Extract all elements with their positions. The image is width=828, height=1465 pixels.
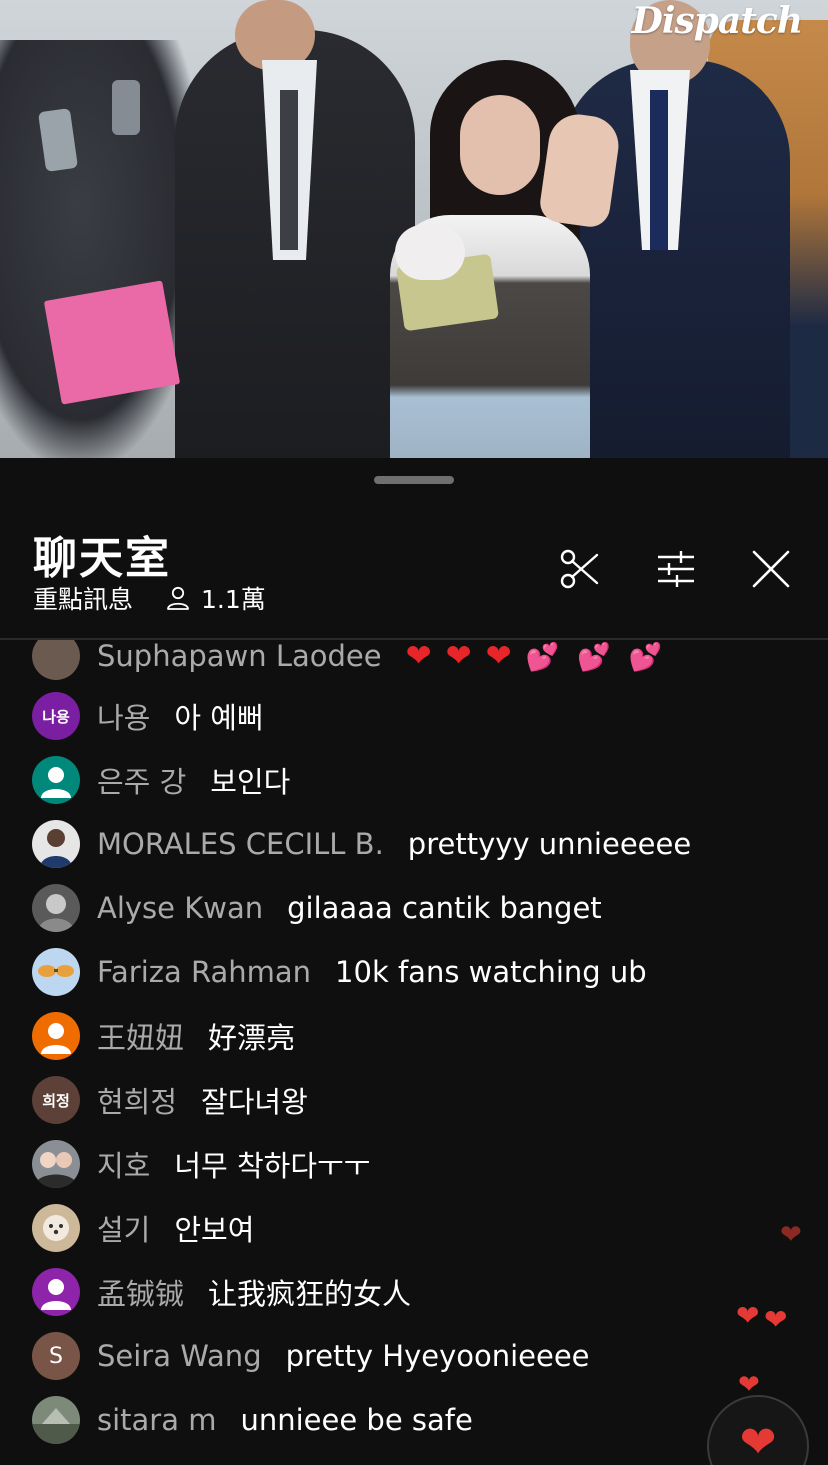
heart-icon: ❤: [405, 640, 432, 674]
top-chat-filter[interactable]: 重點訊息: [33, 580, 133, 616]
chat-text: 아 예뻐: [174, 701, 264, 735]
dog-icon: [43, 1215, 69, 1241]
chat-message: Suphapawn Laodee ❤ ❤ ❤ 💕 💕 💕: [32, 640, 680, 682]
chat-message: 희정 현희정 잘다녀왕: [32, 1074, 308, 1126]
avatar[interactable]: [32, 640, 80, 680]
chat-text: prettyyy unnieeeee: [407, 827, 692, 861]
chat-author[interactable]: MORALES CECILL B.: [97, 827, 384, 861]
chat-author[interactable]: Alyse Kwan: [97, 891, 263, 925]
chat-author[interactable]: Suphapawn Laodee: [97, 640, 382, 673]
chat-author[interactable]: 孟铖铖: [97, 1271, 184, 1313]
person-icon: [165, 585, 191, 611]
heart-icon: ❤: [739, 1417, 777, 1465]
scissors-icon[interactable]: [557, 546, 603, 592]
chat-message: 나용 나용 아 예뻐: [32, 690, 264, 742]
chat-author[interactable]: 王妞妞: [97, 1015, 184, 1057]
viewer-count: 1.1萬: [201, 585, 266, 614]
chat-text: gilaaaa cantik banget: [287, 891, 602, 925]
tune-icon[interactable]: [653, 546, 699, 592]
chat-message: 王妞妞 好漂亮: [32, 1010, 295, 1062]
heart-icon: ❤: [485, 640, 512, 674]
reaction-heart-icon: ❤: [780, 1220, 802, 1250]
chat-text: 让我疯狂的女人: [208, 1277, 412, 1311]
chat-message: Fariza Rahman 10k fans watching ub: [32, 946, 647, 998]
avatar[interactable]: S: [32, 1332, 80, 1380]
avatar[interactable]: [32, 820, 80, 868]
chat-text: 안보여: [174, 1213, 255, 1247]
avatar[interactable]: [32, 948, 80, 996]
chat-author[interactable]: 지호: [97, 1143, 150, 1185]
reaction-heart-icon: ❤: [764, 1303, 788, 1336]
chat-author[interactable]: 은주 강: [97, 759, 186, 801]
chat-text: unnieee be safe: [240, 1403, 473, 1437]
chat-message: 은주 강 보인다: [32, 754, 290, 806]
chat-text: 보인다: [210, 765, 291, 799]
avatar[interactable]: [32, 1204, 80, 1252]
video-player[interactable]: Dispatch: [0, 0, 828, 458]
heart-icon: ❤: [445, 640, 472, 674]
chat-text: 好漂亮: [208, 1021, 296, 1055]
chat-author[interactable]: Fariza Rahman: [97, 955, 311, 989]
close-icon[interactable]: [748, 546, 794, 592]
chat-text: ❤ ❤ ❤ 💕 💕 💕: [406, 640, 681, 673]
sunglasses-icon: [38, 965, 74, 977]
avatar[interactable]: [32, 1396, 80, 1444]
chat-message: MORALES CECILL B. prettyyy unnieeeee: [32, 818, 691, 870]
avatar[interactable]: 나용: [32, 692, 80, 740]
avatar[interactable]: [32, 1012, 80, 1060]
profile-photo-icon: [38, 894, 74, 932]
chat-text: 잘다녀왕: [201, 1085, 308, 1119]
chat-author[interactable]: Seira Wang: [97, 1339, 262, 1373]
avatar[interactable]: [32, 1140, 80, 1188]
chat-text: pretty Hyeyoonieeee: [285, 1339, 590, 1373]
default-avatar-icon: [41, 767, 71, 798]
chat-panel: 聊天室 重點訊息 1.1萬 Suphapawn Laodee ❤ ❤ ❤ 💕 💕…: [0, 460, 828, 1465]
chat-message: sitara m unnieee be safe: [32, 1394, 473, 1446]
avatar[interactable]: [32, 884, 80, 932]
profile-photo-icon: [40, 829, 72, 868]
chat-message: S Seira Wang pretty Hyeyoonieeee: [32, 1330, 590, 1382]
chat-text: 너무 착하다ㅜㅜ: [174, 1149, 371, 1183]
chat-message: 孟铖铖 让我疯狂的女人: [32, 1266, 411, 1318]
chat-message: 설기 안보여: [32, 1202, 254, 1254]
avatar[interactable]: [32, 1268, 80, 1316]
chat-subheader: 重點訊息 1.1萬: [33, 580, 266, 616]
chat-message: Alyse Kwan gilaaaa cantik banget: [32, 882, 602, 934]
drag-handle[interactable]: [374, 476, 454, 484]
two-hearts-icon: 💕: [628, 642, 663, 673]
two-hearts-icon: 💕: [525, 642, 560, 673]
dispatch-watermark: Dispatch: [631, 0, 803, 42]
avatar[interactable]: 희정: [32, 1076, 80, 1124]
two-hearts-icon: 💕: [577, 642, 611, 673]
profile-photo-icon: [34, 1152, 78, 1188]
profile-photo-icon: [32, 1408, 80, 1444]
default-avatar-icon: [41, 1279, 71, 1310]
chat-author[interactable]: 현희정: [97, 1079, 177, 1121]
chat-title: 聊天室: [33, 533, 171, 584]
avatar[interactable]: [32, 756, 80, 804]
default-avatar-icon: [41, 1023, 71, 1054]
chat-author[interactable]: 나용: [97, 695, 150, 737]
reaction-heart-icon: ❤: [736, 1299, 760, 1332]
chat-text: 10k fans watching ub: [335, 955, 647, 989]
chat-author[interactable]: sitara m: [97, 1403, 216, 1437]
chat-message-list[interactable]: Suphapawn Laodee ❤ ❤ ❤ 💕 💕 💕 나용 나용 아 예뻐 은주 강 …: [0, 640, 828, 1465]
chat-message: 지호 너무 착하다ㅜㅜ: [32, 1138, 370, 1190]
chat-author[interactable]: 설기: [97, 1207, 150, 1249]
